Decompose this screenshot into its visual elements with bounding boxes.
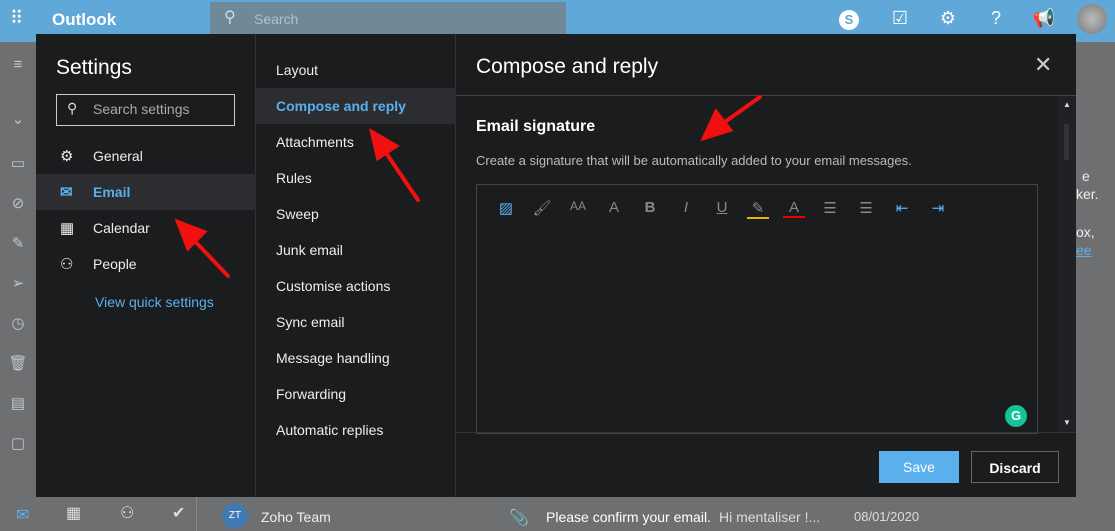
annotation-arrows — [174, 95, 762, 278]
arrowhead — [369, 127, 400, 162]
arrow-annotation — [720, 95, 762, 126]
arrowhead — [700, 108, 734, 142]
arrow-annotation — [382, 148, 420, 202]
